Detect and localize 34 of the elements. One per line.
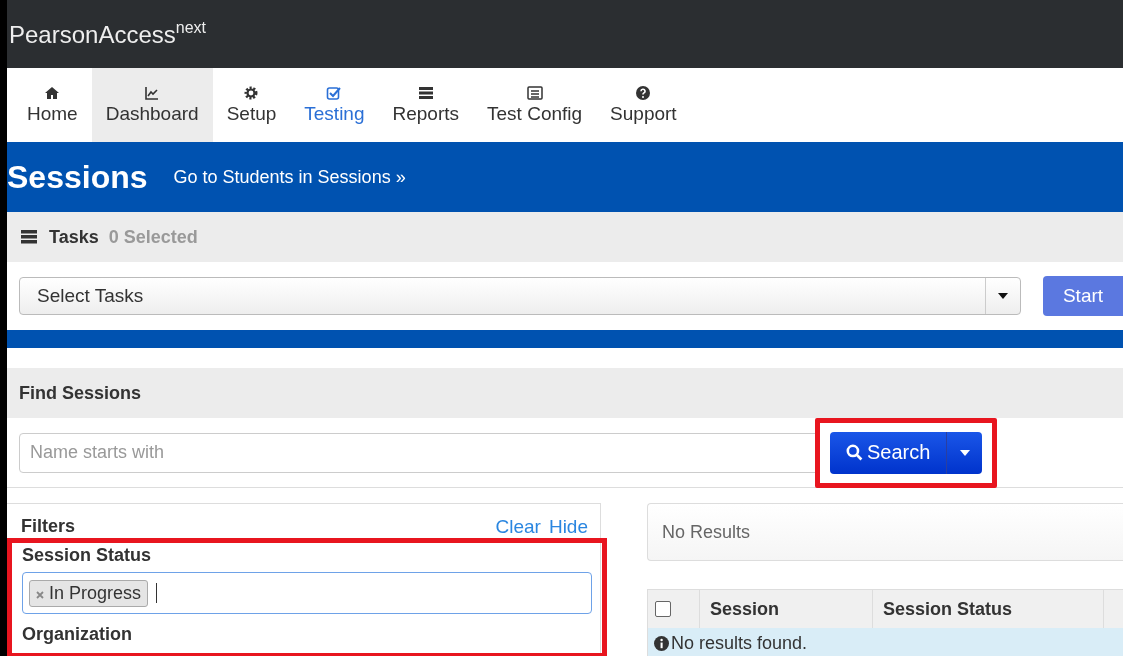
select-all-checkbox[interactable] bbox=[655, 601, 671, 617]
help-icon bbox=[635, 85, 652, 101]
selected-count: 0 Selected bbox=[108, 226, 198, 248]
info-icon bbox=[654, 635, 669, 651]
filter-label: Organization bbox=[22, 624, 133, 645]
empty-text: No results found. bbox=[671, 632, 808, 654]
list-icon bbox=[19, 230, 39, 244]
filter-label: Session Status bbox=[22, 545, 153, 566]
filters-title: Filters bbox=[21, 516, 76, 538]
status-tag[interactable]: In Progress bbox=[29, 579, 149, 607]
caret-icon bbox=[959, 449, 970, 456]
search-button[interactable]: Search bbox=[830, 431, 947, 474]
gear-icon bbox=[243, 85, 260, 101]
filter-link[interactable]: Clear bbox=[495, 516, 541, 538]
tasks-label: Tasks bbox=[49, 226, 99, 248]
students-link[interactable]: Go to Students in Sessions » bbox=[173, 166, 406, 188]
brand-logo[interactable]: PearsonAccess$^{next}$ bbox=[9, 19, 206, 49]
server-icon bbox=[417, 85, 434, 101]
chart-icon bbox=[144, 85, 161, 101]
summary-text: No Results bbox=[662, 521, 751, 543]
nav-tab[interactable]: Dashboard bbox=[91, 68, 213, 142]
page-title: Sessions bbox=[7, 158, 148, 196]
list-icon bbox=[526, 85, 543, 101]
remove-icon[interactable] bbox=[36, 590, 44, 599]
tasks-dropdown[interactable]: Select Tasks bbox=[19, 277, 1021, 315]
search-icon bbox=[846, 444, 863, 461]
home-icon bbox=[44, 85, 61, 101]
checkbox-icon bbox=[326, 85, 343, 101]
search-options-button[interactable] bbox=[946, 431, 983, 474]
status-field[interactable]: In Progress bbox=[22, 572, 592, 614]
start-button[interactable]: Start bbox=[1043, 276, 1123, 316]
section-title: Find Sessions bbox=[19, 382, 142, 404]
filter-link[interactable]: Hide bbox=[548, 516, 588, 538]
caret-icon bbox=[998, 293, 1008, 299]
